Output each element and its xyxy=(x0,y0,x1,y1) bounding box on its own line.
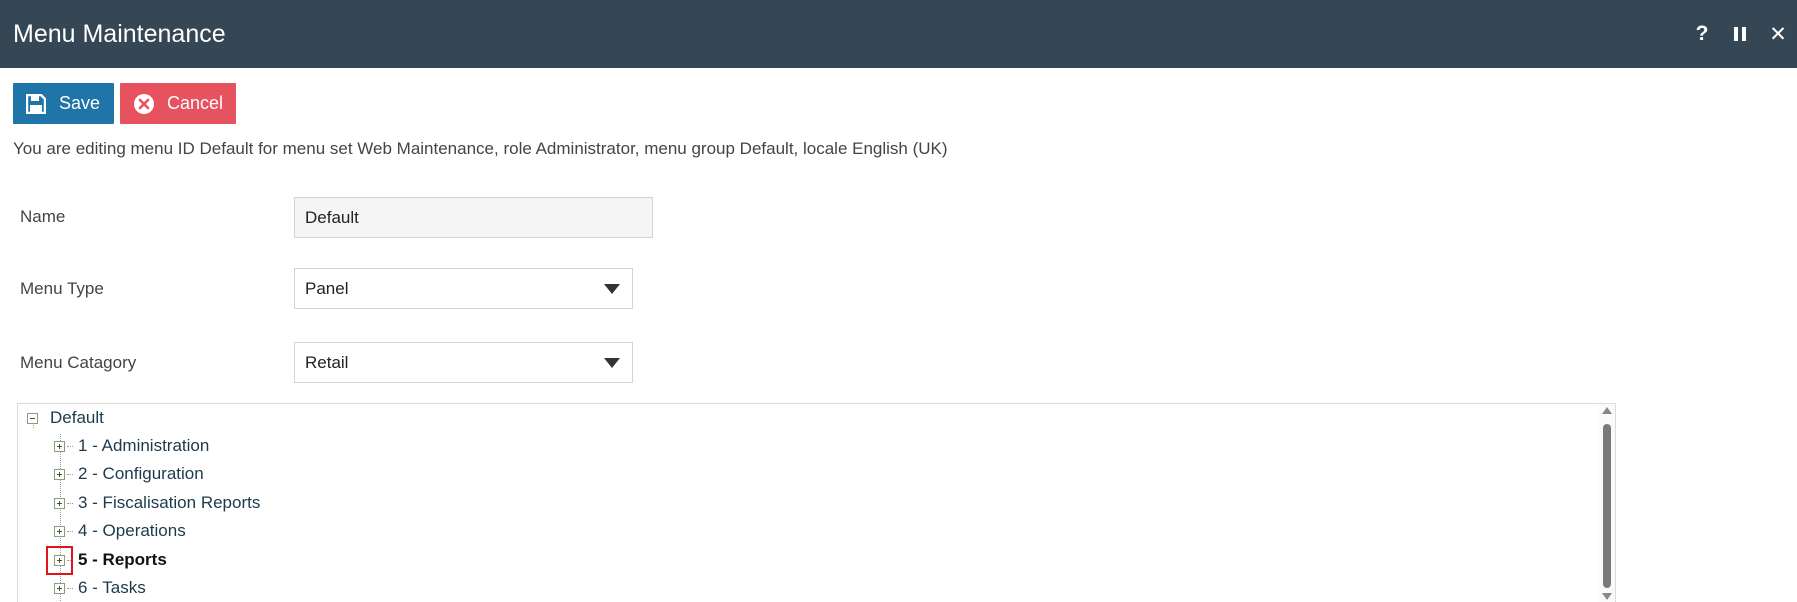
name-field[interactable]: Default xyxy=(294,197,653,238)
expand-icon[interactable] xyxy=(54,441,65,452)
menu-type-select[interactable]: Panel xyxy=(294,268,633,309)
tree-connector xyxy=(60,434,61,602)
cancel-label: Cancel xyxy=(167,93,224,113)
floppy-disk-icon xyxy=(26,93,46,114)
tree-connector xyxy=(67,531,73,532)
tree-item[interactable]: 4 - Operations xyxy=(78,521,186,541)
scrollbar-thumb[interactable] xyxy=(1603,424,1611,588)
tree-connector xyxy=(33,425,34,428)
menu-category-select[interactable]: Retail xyxy=(294,342,633,383)
menu-type-value: Panel xyxy=(305,278,349,298)
tree-item[interactable]: 3 - Fiscalisation Reports xyxy=(78,493,260,513)
tree-connector xyxy=(67,474,73,475)
tree-item-reports[interactable]: 5 - Reports xyxy=(78,550,167,570)
name-label: Name xyxy=(20,207,66,226)
expand-icon[interactable] xyxy=(54,526,65,537)
expand-icon[interactable] xyxy=(54,469,65,480)
editing-info-text: You are editing menu ID Default for menu… xyxy=(13,139,948,158)
tree-connector xyxy=(67,588,73,589)
cancel-button[interactable]: Cancel xyxy=(120,83,236,124)
expand-icon[interactable] xyxy=(54,498,65,509)
scroll-up-icon[interactable] xyxy=(1602,407,1612,414)
chevron-down-icon xyxy=(604,358,620,368)
menu-tree: Default 1 - Administration 2 - Configura… xyxy=(17,403,1616,602)
tree-item[interactable]: 1 - Administration xyxy=(78,436,209,456)
save-label: Save xyxy=(59,93,101,113)
tree-scrollbar[interactable] xyxy=(1599,404,1615,602)
tree-item[interactable]: 6 - Tasks xyxy=(78,578,146,598)
window-controls: ? ✕ xyxy=(1683,0,1797,68)
menu-type-label: Menu Type xyxy=(20,279,104,298)
pause-icon[interactable] xyxy=(1721,14,1759,54)
menu-category-value: Retail xyxy=(305,352,349,372)
selection-highlight-box xyxy=(46,546,73,575)
name-value: Default xyxy=(305,207,359,227)
help-icon[interactable]: ? xyxy=(1683,14,1721,54)
window-title: Menu Maintenance xyxy=(13,19,226,48)
cancel-circle-icon xyxy=(133,93,155,115)
collapse-icon[interactable] xyxy=(27,413,38,424)
tree-connector xyxy=(67,446,73,447)
menu-category-label: Menu Catagory xyxy=(20,353,137,372)
tree-item[interactable]: 2 - Configuration xyxy=(78,464,204,484)
tree-root-default[interactable]: Default xyxy=(50,408,104,428)
save-button[interactable]: Save xyxy=(13,83,114,124)
scroll-down-icon[interactable] xyxy=(1602,593,1612,600)
close-icon[interactable]: ✕ xyxy=(1759,14,1797,54)
chevron-down-icon xyxy=(604,284,620,294)
expand-icon[interactable] xyxy=(54,583,65,594)
title-bar: Menu Maintenance ? ✕ xyxy=(0,0,1797,68)
tree-connector xyxy=(67,503,73,504)
